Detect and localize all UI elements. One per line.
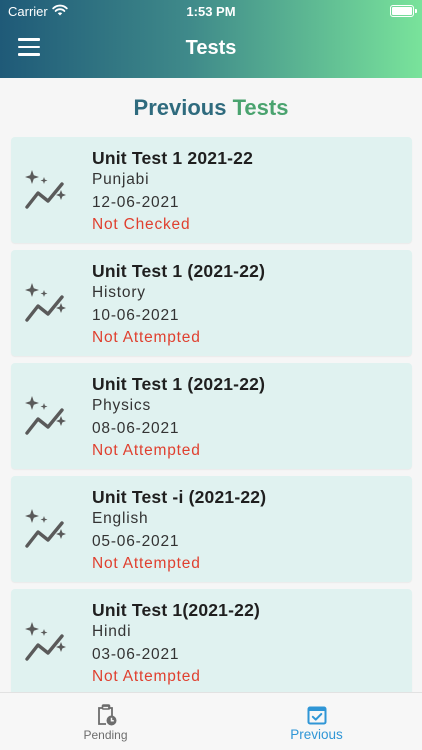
test-card[interactable]: Unit Test 1 (2021-22) History 10-06-2021…	[11, 250, 412, 356]
test-subject: History	[92, 284, 146, 301]
auto-graph-icon	[25, 622, 66, 661]
tab-pending-label: Pending	[83, 728, 128, 742]
test-card[interactable]: Unit Test -i (2021-22) English 05-06-202…	[11, 476, 412, 582]
test-title: Unit Test -i (2021-22)	[92, 487, 267, 507]
test-status: Not Attempted	[92, 329, 201, 346]
test-date: 05-06-2021	[92, 532, 180, 550]
test-card-text: Unit Test 1 2021-22 Punjabi 12-06-2021 N…	[92, 148, 253, 236]
auto-graph-icon	[25, 396, 66, 435]
test-subject: Punjabi	[92, 171, 150, 188]
test-card[interactable]: Unit Test 1 2021-22 Punjabi 12-06-2021 N…	[11, 137, 412, 243]
app-header: Carrier 1:53 PM Tests	[0, 0, 422, 78]
test-card-text: Unit Test 1 (2021-22) History 10-06-2021…	[92, 261, 265, 349]
test-date: 10-06-2021	[92, 306, 180, 324]
page-title-part2: Tests	[232, 95, 289, 120]
auto-graph-icon	[25, 509, 66, 548]
test-date: 03-06-2021	[92, 645, 180, 663]
tab-previous[interactable]: Previous	[211, 693, 422, 750]
test-card[interactable]: Unit Test 1 (2021-22) Physics 08-06-2021…	[11, 363, 412, 469]
tab-pending[interactable]: Pending	[0, 693, 211, 750]
page-title: Previous Tests	[0, 95, 422, 121]
battery-icon	[390, 5, 417, 17]
test-card-text: Unit Test 1(2021-22) Hindi 03-06-2021 No…	[92, 600, 260, 688]
test-title: Unit Test 1 (2021-22)	[92, 374, 266, 394]
status-bar: Carrier 1:53 PM	[0, 0, 422, 22]
test-title: Unit Test 1 (2021-22)	[92, 261, 266, 281]
test-status: Not Attempted	[92, 668, 201, 685]
tests-list: Unit Test 1 2021-22 Punjabi 12-06-2021 N…	[11, 137, 412, 702]
test-subject: English	[92, 510, 149, 527]
page-title-part1: Previous	[133, 95, 227, 120]
auto-graph-icon	[25, 170, 66, 209]
test-title: Unit Test 1(2021-22)	[92, 600, 261, 620]
calendar-check-icon	[307, 706, 327, 725]
clipboard-clock-icon	[98, 704, 117, 726]
test-date: 12-06-2021	[92, 193, 180, 211]
test-date: 08-06-2021	[92, 419, 180, 437]
test-card-text: Unit Test -i (2021-22) English 05-06-202…	[92, 487, 266, 575]
test-card[interactable]: Unit Test 1(2021-22) Hindi 03-06-2021 No…	[11, 589, 412, 695]
tab-previous-label: Previous	[290, 727, 343, 742]
test-status: Not Attempted	[92, 442, 201, 459]
test-status: Not Checked	[92, 216, 191, 233]
test-card-text: Unit Test 1 (2021-22) Physics 08-06-2021…	[92, 374, 265, 462]
test-status: Not Attempted	[92, 555, 201, 572]
auto-graph-icon	[25, 283, 66, 322]
header-title: Tests	[185, 37, 237, 59]
test-title: Unit Test 1 2021-22	[92, 148, 254, 168]
status-time: 1:53 PM	[186, 4, 236, 19]
test-subject: Hindi	[92, 623, 132, 640]
bottom-navigation: Pending Previous	[0, 692, 422, 750]
test-subject: Physics	[92, 397, 152, 414]
